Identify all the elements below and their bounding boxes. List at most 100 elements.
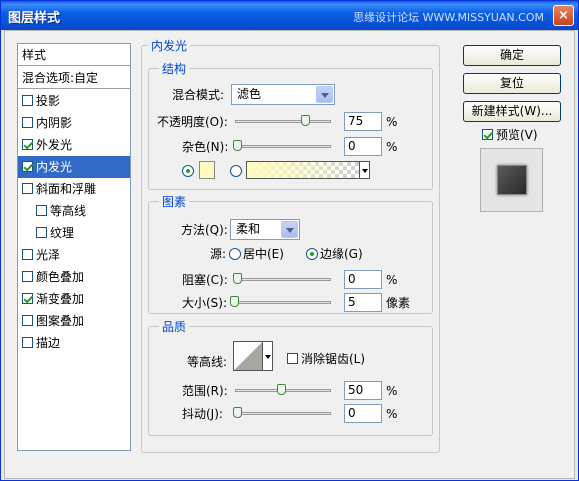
chevron-down-icon[interactable]	[316, 86, 333, 103]
style-list-item[interactable]: 斜面和浮雕	[18, 178, 130, 200]
style-list-item-label: 内发光	[36, 160, 73, 174]
style-list-item[interactable]: 内发光	[18, 156, 130, 178]
style-checkbox[interactable]	[22, 315, 33, 326]
style-list-item-label: 颜色叠加	[36, 270, 85, 284]
elements-group: 图素 方法(Q): 柔和 源: 居中(E) 边缘(G) 阻塞(C): 0 % 大…	[148, 195, 433, 314]
blending-options-item[interactable]: 混合选项:自定	[18, 67, 130, 89]
opacity-input[interactable]: 75	[344, 112, 382, 131]
title-bar[interactable]: 图层样式 思缘设计论坛 WWW.MISSYUAN.COM ×	[1, 1, 578, 30]
style-checkbox[interactable]	[22, 139, 33, 150]
chevron-down-icon[interactable]	[281, 221, 298, 238]
style-checkbox[interactable]	[22, 293, 33, 304]
noise-slider-track[interactable]	[235, 145, 331, 148]
size-input[interactable]: 5	[344, 293, 382, 312]
opacity-unit: %	[386, 115, 398, 129]
source-edge-text: 边缘(G)	[320, 247, 363, 261]
style-list-item[interactable]: 投影	[18, 90, 130, 112]
style-list-item-label: 投影	[36, 94, 61, 108]
source-edge-option[interactable]: 边缘(G)	[306, 246, 363, 262]
gradient-dropdown[interactable]	[360, 161, 370, 179]
style-checkbox[interactable]	[22, 271, 33, 282]
opacity-label: 不透明度(O):	[157, 115, 228, 129]
range-input[interactable]: 50	[344, 381, 382, 400]
quality-group: 品质 等高线: 消除锯齿(L) 范围(R): 50 % 抖动(J): 0 %	[148, 320, 433, 436]
style-checkbox[interactable]	[36, 205, 47, 216]
preview-option[interactable]: 预览(V)	[482, 127, 538, 143]
technique-select[interactable]: 柔和	[230, 219, 300, 240]
glow-color-swatch[interactable]	[199, 161, 215, 179]
style-list: 样式 混合选项:自定 投影内阴影 外发光内发光斜面和浮雕等高线纹理光泽颜色叠加渐变…	[17, 43, 131, 451]
style-list-item-label: 光泽	[36, 248, 61, 262]
choke-input[interactable]: 0	[344, 270, 382, 289]
source-center-text: 居中(E)	[243, 247, 284, 261]
anti-alias-option[interactable]: 消除锯齿(L)	[287, 351, 365, 367]
close-button[interactable]: ×	[553, 5, 574, 26]
noise-input[interactable]: 0	[344, 137, 382, 156]
style-list-item[interactable]: 纹理	[18, 222, 130, 244]
style-list-item[interactable]: 颜色叠加	[18, 266, 130, 288]
new-style-button[interactable]: 新建样式(W)...	[463, 101, 561, 122]
reset-button[interactable]: 复位	[463, 73, 561, 94]
anti-alias-checkbox[interactable]	[287, 353, 298, 364]
blend-mode-select[interactable]: 滤色	[231, 84, 335, 105]
jitter-input[interactable]: 0	[344, 404, 382, 423]
jitter-unit: %	[386, 407, 398, 421]
source-center-option[interactable]: 居中(E)	[229, 246, 284, 262]
choke-slider-track[interactable]	[235, 278, 331, 281]
size-slider-track[interactable]	[235, 301, 331, 304]
gradient-radio[interactable]	[230, 165, 242, 177]
source-center-radio[interactable]	[229, 248, 241, 260]
contour-label: 等高线:	[187, 355, 228, 369]
style-list-item[interactable]: 等高线	[18, 200, 130, 222]
watermark-text: 思缘设计论坛 WWW.MISSYUAN.COM	[353, 11, 544, 24]
style-list-item-label: 图案叠加	[36, 314, 85, 328]
source-label: 源:	[210, 247, 227, 261]
elements-title: 图素	[159, 195, 190, 209]
jitter-slider-thumb[interactable]	[233, 407, 242, 418]
source-edge-radio[interactable]	[306, 248, 318, 260]
chevron-down-icon	[265, 355, 271, 359]
style-checkbox[interactable]	[22, 117, 33, 128]
opacity-slider-thumb[interactable]	[300, 115, 310, 126]
opacity-slider-track[interactable]	[235, 120, 331, 123]
range-slider-thumb[interactable]	[276, 384, 286, 395]
style-list-item[interactable]: 光泽	[18, 244, 130, 266]
style-list-item-label: 等高线	[50, 204, 87, 218]
range-unit: %	[386, 384, 398, 398]
style-list-item[interactable]: 外发光	[18, 134, 130, 156]
style-checkbox[interactable]	[36, 227, 47, 238]
noise-slider-thumb[interactable]	[233, 140, 242, 151]
layer-style-dialog: 图层样式 思缘设计论坛 WWW.MISSYUAN.COM × 样式 混合选项:自…	[0, 0, 579, 481]
blend-mode-label: 混合模式:	[172, 88, 225, 102]
style-list-header[interactable]: 样式	[18, 44, 130, 66]
style-checkbox[interactable]	[22, 183, 33, 194]
style-checkbox[interactable]	[22, 95, 33, 106]
style-list-item[interactable]: 描边	[18, 332, 130, 354]
choke-label: 阻塞(C):	[182, 273, 228, 287]
choke-slider-thumb[interactable]	[233, 273, 242, 284]
preview-text: 预览(V)	[496, 128, 538, 142]
structure-title: 结构	[159, 62, 190, 76]
technique-label: 方法(Q):	[181, 223, 228, 237]
contour-dropdown[interactable]	[263, 341, 273, 371]
style-list-item[interactable]: 图案叠加	[18, 310, 130, 332]
range-label: 范围(R):	[182, 384, 228, 398]
style-list-item[interactable]: 内阴影	[18, 112, 130, 134]
style-checkbox[interactable]	[22, 161, 33, 172]
size-label: 大小(S):	[182, 296, 228, 310]
style-checkbox[interactable]	[22, 249, 33, 260]
preview-checkbox[interactable]	[482, 129, 493, 140]
solid-color-radio[interactable]	[182, 165, 194, 177]
ok-button[interactable]: 确定	[463, 45, 561, 66]
size-slider-thumb[interactable]	[230, 296, 240, 307]
jitter-slider-track[interactable]	[235, 412, 331, 415]
anti-alias-text: 消除锯齿(L)	[301, 352, 366, 366]
blend-mode-value: 滤色	[237, 87, 262, 101]
style-list-item[interactable]: 渐变叠加	[18, 288, 130, 310]
window-title: 图层样式	[8, 11, 61, 26]
contour-preview[interactable]	[233, 341, 263, 371]
dialog-body: 样式 混合选项:自定 投影内阴影 外发光内发光斜面和浮雕等高线纹理光泽颜色叠加渐变…	[4, 30, 575, 479]
style-checkbox[interactable]	[22, 337, 33, 348]
gradient-picker[interactable]	[246, 161, 360, 179]
choke-unit: %	[386, 273, 398, 287]
